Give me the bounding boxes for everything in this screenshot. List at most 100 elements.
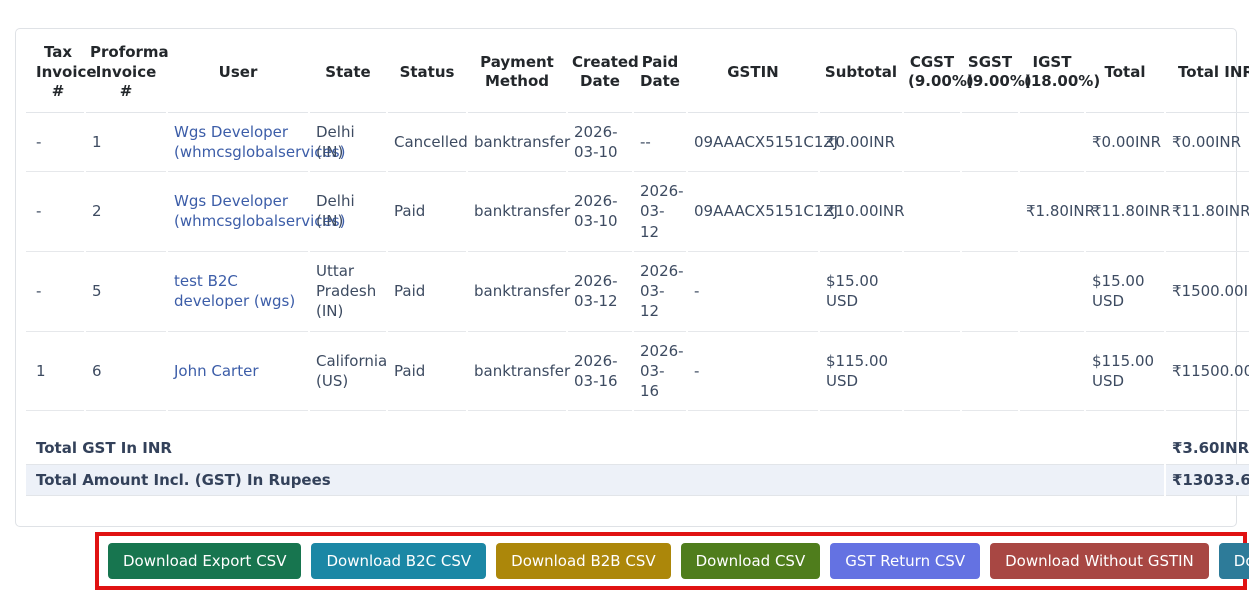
- column-header-total-inr: Total INR: [1166, 29, 1249, 113]
- page: Tax Invoice # Proforma Invoice # User State…: [0, 0, 1249, 527]
- download-b2c-csv-button[interactable]: Download B2C CSV: [311, 542, 487, 579]
- cell-subtotal: ₹0.00INR: [820, 113, 902, 172]
- column-header-user: User: [168, 29, 308, 113]
- invoice-table-panel: Tax Invoice # Proforma Invoice # User State…: [15, 28, 1249, 527]
- cell-total-inr: ₹0.00INR: [1166, 113, 1249, 172]
- cell-state: Uttar Pradesh (IN): [310, 252, 386, 332]
- cell-total: $15.00 USD: [1086, 252, 1164, 332]
- cell-paid-date: 2026-03-12: [634, 252, 686, 332]
- cell-gstin: 09AAACX5151C1ZJ: [688, 172, 838, 252]
- column-header-gstin: GSTIN: [688, 29, 818, 113]
- cell-gstin: -: [688, 332, 818, 412]
- cell-paid-date: 2026-03-12: [634, 172, 686, 252]
- spacer-cell: [26, 411, 1249, 433]
- cell-cgst-9-00: [904, 172, 960, 252]
- download-b2b-csv-button[interactable]: Download B2B CSV: [496, 542, 671, 579]
- table-body: -1 Wgs Developer (whmcsglobalservices) Del…: [26, 113, 1249, 496]
- cell-payment-method: banktransfer: [468, 172, 570, 252]
- column-header-igst-18-00: IGST (18.00%): [1020, 29, 1100, 113]
- cell-tax-invoice: 1: [26, 332, 84, 412]
- cell-proforma-invoice: 1: [86, 113, 166, 172]
- cell-created-date: 2026-03-16: [568, 332, 632, 412]
- cell-sgst-9-00: [962, 252, 1018, 332]
- column-header-tax-invoice: Tax Invoice #: [26, 29, 97, 113]
- cell-created-date: 2026-03-10: [568, 113, 632, 172]
- column-header-payment-method: Payment Method: [468, 29, 566, 113]
- user-link[interactable]: test B2C developer (wgs): [174, 272, 295, 310]
- column-header-subtotal: Subtotal: [820, 29, 902, 113]
- download-export-csv-button[interactable]: Download Export CSV: [108, 542, 302, 579]
- cell-total-inr: ₹11500.00INR: [1166, 332, 1249, 412]
- cell-payment-method: banktransfer: [468, 252, 570, 332]
- gst-return-csv-button[interactable]: GST Return CSV: [830, 542, 981, 579]
- download-with-gstin-button[interactable]: Download With GSTIN: [1218, 542, 1249, 579]
- cell-cgst-9-00: [904, 332, 960, 412]
- user-cell: test B2C developer (wgs): [168, 252, 308, 332]
- column-header-sgst-9-00: SGST (9.00%): [962, 29, 1032, 113]
- cell-tax-invoice: -: [26, 113, 84, 172]
- table-row: -5 test B2C developer (wgs) Uttar Pradesh …: [26, 252, 1249, 332]
- total-row-total-amount-incl-gst-in-rupees: Total Amount Incl. (GST) In Rupees ₹13033…: [26, 464, 1249, 496]
- cell-created-date: 2026-03-10: [568, 172, 632, 252]
- total-label: Total GST In INR: [26, 433, 1164, 465]
- cell-state: Delhi (IN): [310, 113, 386, 172]
- column-header-total: Total: [1086, 29, 1164, 113]
- table-row: 1 6 John Carter California (US) Paid banktran…: [26, 332, 1249, 412]
- cell-status: Cancelled: [388, 113, 468, 172]
- invoice-table: Tax Invoice # Proforma Invoice # User State…: [24, 29, 1249, 496]
- cell-igst-18-00: [1020, 332, 1084, 412]
- cell-igst-18-00: ₹1.80INR: [1020, 172, 1095, 252]
- table-row: -1 Wgs Developer (whmcsglobalservices) Del…: [26, 113, 1249, 172]
- cell-sgst-9-00: [962, 172, 1018, 252]
- user-cell: John Carter: [168, 332, 308, 412]
- total-label: Total Amount Incl. (GST) In Rupees: [26, 464, 1164, 496]
- cell-state: California (US): [310, 332, 387, 412]
- column-header-proforma-invoice: Proforma Invoice #: [86, 29, 169, 113]
- column-header-status: Status: [388, 29, 466, 113]
- cell-igst-18-00: [1020, 252, 1084, 332]
- cell-state: Delhi (IN): [310, 172, 386, 252]
- column-header-state: State: [310, 29, 386, 113]
- cell-proforma-invoice: 6: [86, 332, 166, 412]
- cell-cgst-9-00: [904, 113, 960, 172]
- cell-status: Paid: [388, 252, 466, 332]
- download-buttons-highlight-box: Download Export CSV Download B2C CSV Downl…: [95, 531, 1249, 590]
- user-cell: Wgs Developer (whmcsglobalservices): [168, 113, 345, 172]
- header-row: Tax Invoice # Proforma Invoice # User State…: [26, 29, 1249, 113]
- cell-gstin: -: [688, 252, 818, 332]
- column-header-created-date: Created Date: [568, 29, 639, 113]
- cell-status: Paid: [388, 332, 466, 412]
- spacer-row: [26, 411, 1249, 433]
- total-value: ₹13033.60INR: [1166, 464, 1249, 496]
- cell-paid-date: --: [634, 113, 686, 172]
- cell-payment-method: banktransfer: [468, 113, 570, 172]
- download-csv-button[interactable]: Download CSV: [680, 542, 821, 579]
- total-value: ₹3.60INR: [1166, 433, 1249, 465]
- cell-proforma-invoice: 2: [86, 172, 166, 252]
- cell-total: ₹11.80INR: [1086, 172, 1171, 252]
- cell-igst-18-00: [1020, 113, 1084, 172]
- cell-total: $115.00 USD: [1086, 332, 1164, 412]
- cell-paid-date: 2026-03-16: [634, 332, 686, 412]
- cell-total-inr: ₹11.80INR: [1166, 172, 1249, 252]
- cell-subtotal: ₹10.00INR: [820, 172, 905, 252]
- cell-payment-method: banktransfer: [468, 332, 570, 412]
- cell-sgst-9-00: [962, 113, 1018, 172]
- cell-total-inr: ₹1500.00INR: [1166, 252, 1249, 332]
- cell-proforma-invoice: 5: [86, 252, 166, 332]
- download-without-gstin-button[interactable]: Download Without GSTIN: [990, 542, 1209, 579]
- column-header-paid-date: Paid Date: [634, 29, 686, 113]
- cell-total: ₹0.00INR: [1086, 113, 1164, 172]
- total-row-total-gst-in-inr: Total GST In INR ₹3.60INR: [26, 433, 1249, 465]
- cell-tax-invoice: -: [26, 252, 84, 332]
- cell-created-date: 2026-03-12: [568, 252, 632, 332]
- column-header-cgst-9-00: CGST (9.00%): [904, 29, 974, 113]
- cell-subtotal: $15.00 USD: [820, 252, 902, 332]
- table-row: -2 Wgs Developer (whmcsglobalservices) Del…: [26, 172, 1249, 252]
- cell-sgst-9-00: [962, 332, 1018, 412]
- cell-status: Paid: [388, 172, 466, 252]
- cell-tax-invoice: -: [26, 172, 84, 252]
- cell-subtotal: $115.00 USD: [820, 332, 902, 412]
- user-cell: Wgs Developer (whmcsglobalservices): [168, 172, 345, 252]
- user-link[interactable]: John Carter: [174, 362, 259, 380]
